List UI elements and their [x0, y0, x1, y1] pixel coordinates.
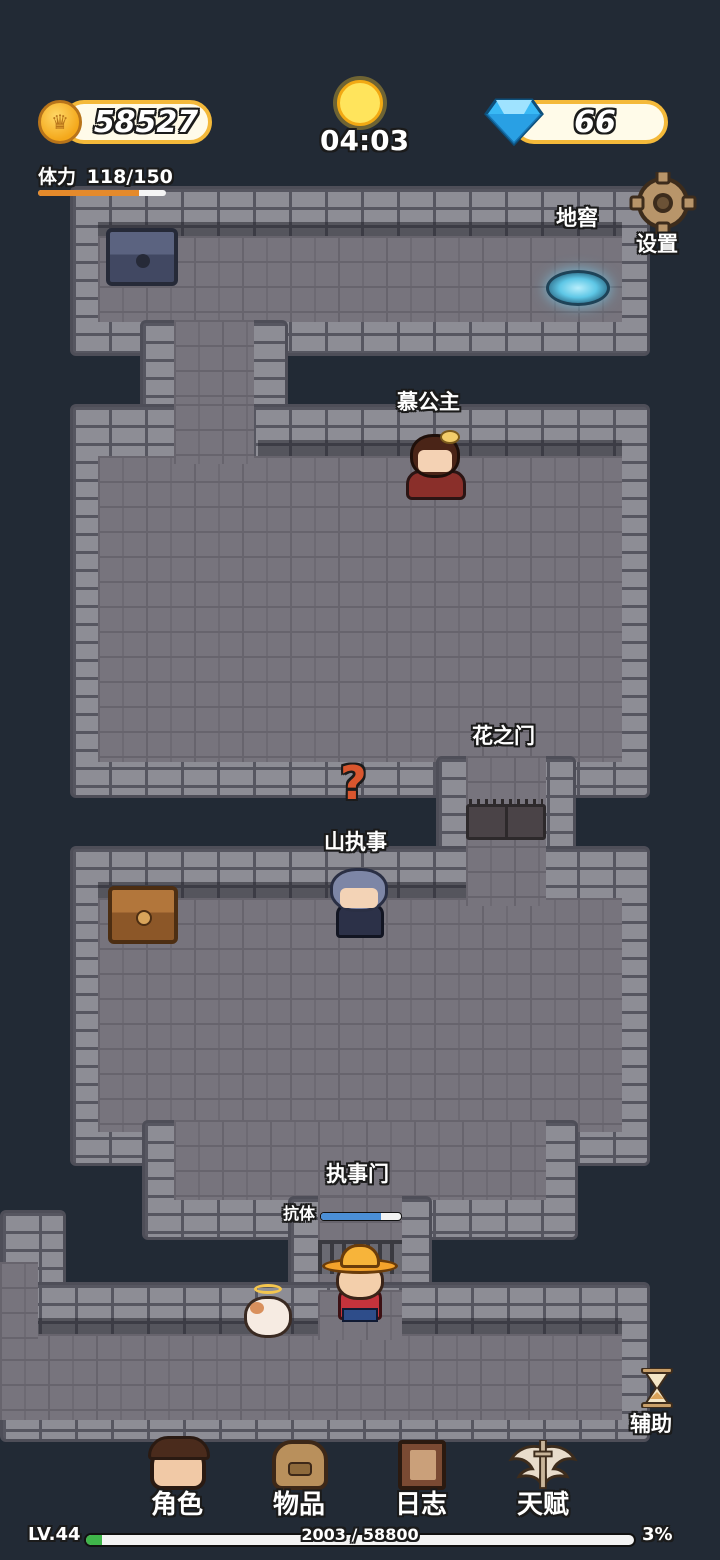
- quest-question-mark[interactable]: ?: [340, 756, 367, 810]
- floor: [0, 1262, 38, 1342]
- stamina-label-text: 体力: [38, 166, 77, 188]
- antibody-bar: [320, 1212, 402, 1221]
- steward-gate-label: 执事门: [326, 1162, 389, 1186]
- flower-gate-label: 花之门: [472, 724, 535, 748]
- floor: [0, 1334, 622, 1420]
- cellar-label: 地窖: [556, 206, 598, 230]
- wooden-chest[interactable]: [108, 886, 178, 944]
- diamond-icon: [484, 98, 544, 146]
- xp-percent: 3%: [642, 1524, 673, 1545]
- floor: [98, 456, 622, 762]
- sun-icon: [337, 80, 383, 126]
- hourglass-icon: [641, 1368, 673, 1408]
- talent-menu-button[interactable]: 天赋: [498, 1440, 588, 1530]
- winged-sword-icon: [508, 1440, 578, 1490]
- stamina-bar-fill: [38, 190, 140, 196]
- items-menu-label: 物品: [272, 1490, 325, 1520]
- gear-icon: [629, 172, 697, 234]
- stamina-label: 体力 118/150: [38, 162, 173, 189]
- cellar-portal[interactable]: [546, 270, 610, 306]
- floor: [466, 846, 546, 906]
- gold-value: 58527: [93, 104, 199, 140]
- settings-label: 设置: [636, 232, 678, 256]
- steel-chest[interactable]: [106, 228, 178, 286]
- journal-menu-button[interactable]: 日志: [376, 1440, 466, 1530]
- talent-menu-label: 天赋: [516, 1490, 569, 1520]
- assist-label: 辅助: [630, 1412, 672, 1436]
- character-portrait-icon: [148, 1436, 210, 1490]
- journal-menu-label: 日志: [394, 1490, 447, 1520]
- items-menu-button[interactable]: 物品: [254, 1440, 344, 1530]
- antibody-label: 抗体: [283, 1204, 316, 1223]
- gold-counter[interactable]: 58527: [62, 100, 212, 144]
- flower-gate-door[interactable]: [466, 799, 546, 840]
- assist-button[interactable]: 辅助: [628, 1364, 688, 1436]
- stamina-value: 118/150: [86, 166, 173, 188]
- player-character[interactable]: [322, 1244, 398, 1324]
- settings-button[interactable]: 设置: [626, 172, 702, 256]
- floor: [174, 404, 254, 464]
- steward-npc[interactable]: [326, 868, 394, 940]
- xp-text: 2003 / 58800: [301, 1525, 419, 1544]
- character-menu-label: 角色: [150, 1490, 203, 1520]
- day-timer: 04:03: [320, 124, 410, 157]
- cat-companion[interactable]: [242, 1284, 294, 1340]
- character-menu-button[interactable]: 角色: [132, 1436, 222, 1530]
- gem-value: 66: [574, 104, 616, 140]
- steward-name-label: 山执事: [324, 830, 387, 854]
- journal-book-icon: [398, 1440, 446, 1490]
- antibody-bar-fill: [321, 1213, 381, 1220]
- princess-name-label: 慕公主: [397, 390, 460, 414]
- princess-npc[interactable]: [400, 430, 472, 504]
- stamina-bar: [38, 190, 166, 196]
- backpack-icon: [272, 1440, 328, 1490]
- crown-coin-icon: ♛: [38, 100, 82, 144]
